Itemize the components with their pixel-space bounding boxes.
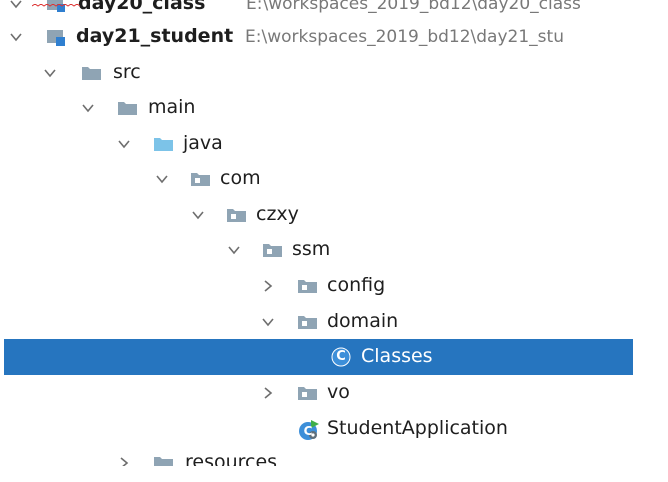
- package-icon: [226, 205, 248, 225]
- package-name: com: [220, 167, 261, 189]
- class-name: Classes: [361, 345, 433, 367]
- class-icon-letter: C: [303, 424, 313, 438]
- module-path: E:\workspaces_2019_bd12\day21_stu: [245, 27, 564, 47]
- chevron-down-icon[interactable]: [156, 173, 168, 185]
- chevron-down-icon[interactable]: [10, 0, 22, 10]
- module-folder-icon: [46, 0, 68, 14]
- package-name: domain: [327, 310, 399, 332]
- folder-name: resources: [185, 451, 278, 466]
- tree-row-config[interactable]: config: [0, 268, 633, 304]
- spring-app-class-icon: C: [297, 418, 323, 442]
- package-name: ssm: [292, 238, 331, 260]
- folder-icon: [117, 98, 139, 118]
- chevron-down-icon[interactable]: [44, 67, 56, 79]
- spell-error-underline: [32, 4, 80, 7]
- chevron-down-icon[interactable]: [82, 102, 94, 114]
- chevron-down-icon[interactable]: [10, 31, 22, 43]
- class-icon: C: [330, 346, 352, 367]
- chevron-down-icon[interactable]: [192, 209, 204, 221]
- chevron-down-icon[interactable]: [262, 316, 274, 328]
- package-name: config: [327, 274, 386, 296]
- tree-row-student-application[interactable]: C StudentApplication: [0, 411, 633, 447]
- tree-row-java[interactable]: java: [0, 126, 633, 162]
- tree-row-domain[interactable]: domain: [0, 304, 633, 340]
- chevron-right-icon[interactable]: [262, 387, 274, 399]
- module-path: E:\workspaces_2019_bd12\day20_class: [246, 0, 581, 14]
- project-tree[interactable]: day20_class E:\workspaces_2019_bd12\day2…: [0, 0, 633, 466]
- class-icon-letter: C: [336, 349, 346, 364]
- tree-row-ssm[interactable]: ssm: [0, 232, 633, 268]
- folder-name: src: [113, 61, 141, 83]
- package-icon: [262, 240, 284, 260]
- chevron-down-icon[interactable]: [118, 138, 130, 150]
- package-icon: [297, 383, 319, 403]
- package-icon: [190, 169, 212, 189]
- tree-row-main[interactable]: main: [0, 90, 633, 126]
- folder-name: java: [183, 132, 223, 154]
- chevron-down-icon[interactable]: [228, 244, 240, 256]
- chevron-right-icon[interactable]: [118, 457, 130, 466]
- tree-row-day21-student[interactable]: day21_student E:\workspaces_2019_bd12\da…: [0, 19, 633, 55]
- tree-row-src[interactable]: src: [0, 55, 633, 91]
- tree-row-czxy[interactable]: czxy: [0, 197, 633, 233]
- package-name: czxy: [256, 203, 299, 225]
- package-name: vo: [327, 381, 350, 403]
- folder-name: main: [148, 96, 196, 118]
- package-icon: [297, 276, 319, 296]
- tree-row-com[interactable]: com: [0, 161, 633, 197]
- tree-row-resources[interactable]: resources: [0, 447, 633, 466]
- module-name: day21_student: [76, 25, 234, 47]
- source-folder-icon: [153, 134, 175, 154]
- module-name: day20_class: [78, 0, 206, 14]
- resources-folder-icon: [153, 453, 175, 466]
- folder-icon: [81, 63, 103, 83]
- class-name: StudentApplication: [327, 417, 508, 439]
- module-folder-icon: [46, 27, 68, 47]
- tree-row-vo[interactable]: vo: [0, 375, 633, 411]
- package-icon: [297, 312, 319, 332]
- chevron-right-icon[interactable]: [262, 280, 274, 292]
- tree-row-classes[interactable]: C Classes: [4, 339, 633, 375]
